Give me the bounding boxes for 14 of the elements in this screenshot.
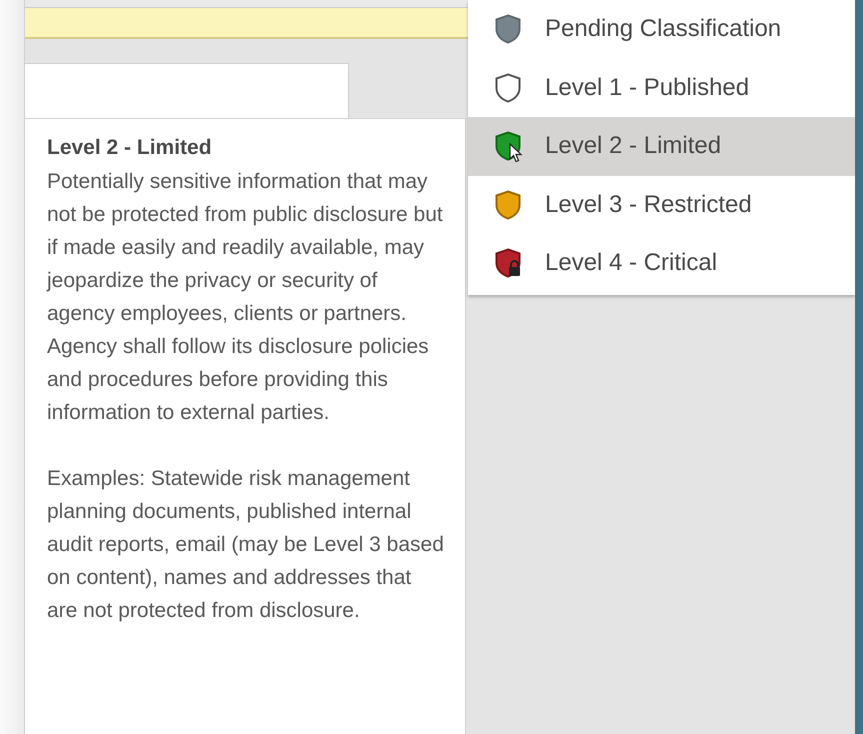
menu-item[interactable]: Pending Classification <box>468 0 855 58</box>
input-field[interactable] <box>25 63 349 120</box>
tooltip-text: Potentially sensitive information that may not be protected from public disclosure but if made easily and readily available, may jeopardize the privacy or security of agency employees, clients or partners. Agency shall follow its disclosure policies and procedures before providing this information to external parties. <box>47 169 444 426</box>
menu-item[interactable]: Level 4 - Critical <box>468 234 855 292</box>
tooltip-title: Level 2 - Limited <box>47 135 213 161</box>
shield-lock-icon <box>494 248 522 278</box>
menu-item[interactable]: Level 1 - Published <box>468 58 855 117</box>
shield-icon <box>494 190 522 220</box>
tooltip-text: Examples: Statewide risk management planning documents, published internal audit reports, email (may be Level 3 based on content), names and addresses that are not protected from disclosure. <box>47 466 445 624</box>
menu-item[interactable]: Level 3 - Restricted <box>468 176 855 234</box>
cursor-icon <box>509 143 523 164</box>
menu-item[interactable]: Level 2 - Limited <box>468 117 855 176</box>
shield-icon <box>494 72 522 103</box>
shield-icon <box>494 14 522 44</box>
